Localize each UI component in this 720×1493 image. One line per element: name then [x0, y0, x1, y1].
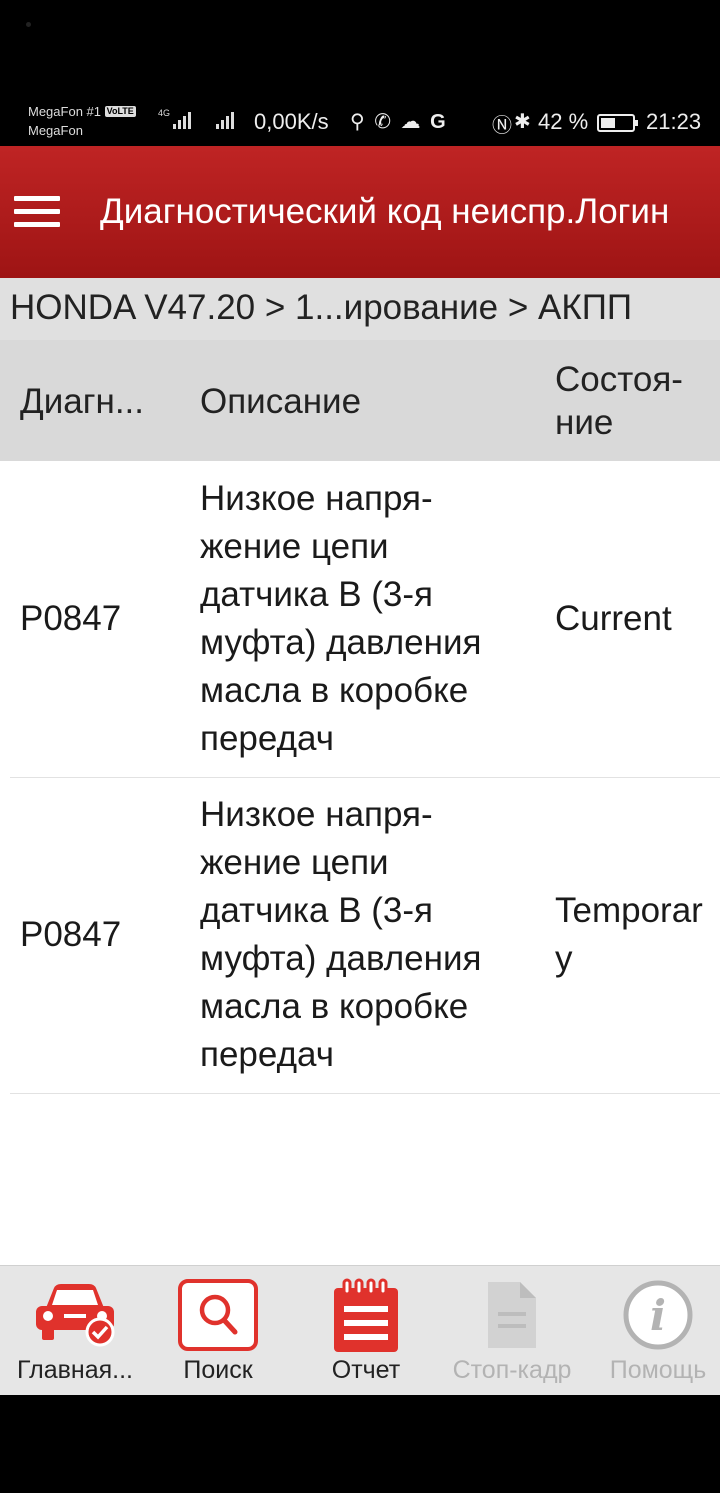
row-description: Низкое напря- жение цепи датчика B (3-я … [200, 479, 482, 758]
row-code: P0847 [20, 915, 122, 954]
nav-label: Стоп-кадр [452, 1356, 572, 1384]
battery-icon [597, 114, 638, 132]
breadcrumb: HONDA V47.20 > 1...ирование > АКПП [0, 278, 720, 341]
row-description: Низкое напря- жение цепи датчика B (3-я … [200, 795, 482, 1074]
row-status: Current [555, 599, 672, 638]
nav-label: Главная... [17, 1356, 133, 1384]
car-check-icon [36, 1284, 115, 1347]
bottom-nav: Главная... Поиск Отчет Стоп-кадр i Помощ… [0, 1265, 720, 1396]
signal-icon-2 [216, 112, 234, 129]
menu-icon[interactable] [14, 196, 60, 230]
network-speed: 0,00K/s [254, 109, 329, 134]
document-icon [488, 1282, 536, 1348]
nav-freeze-frame: Стоп-кадр [437, 1266, 587, 1396]
battery-percent: 42 % [538, 109, 589, 134]
dtc-table: Диагн... Описание Состоя- ние P0847 Низк… [0, 340, 720, 1265]
table-row[interactable]: P0847 Низкое напря- жение цепи датчика B… [10, 461, 720, 778]
nfc-icon: Ⓝ [492, 115, 512, 137]
search-icon [178, 1279, 258, 1351]
notification-icons: ⚲ ✆ ☁ G [350, 109, 448, 134]
row-status: Temporary [555, 891, 703, 978]
whatsapp-icon: ✆ [374, 111, 393, 133]
top-bezel [0, 0, 720, 100]
google-icon: G [430, 111, 448, 133]
app-screen: MegaFon #1 VoLTE MegaFon 4G 0,00K/s ⚲ ✆ … [0, 0, 720, 1493]
nav-report[interactable]: Отчет [295, 1266, 437, 1396]
report-icon [334, 1278, 398, 1352]
signal-icon [173, 112, 191, 129]
info-icon: i [623, 1280, 693, 1350]
volte-badge: VoLTE [104, 106, 136, 117]
clock: 21:23 [646, 109, 702, 134]
row-code: P0847 [20, 599, 122, 638]
nav-label: Поиск [183, 1356, 253, 1384]
app-bar: Диагностический код неиспр.Логин [0, 146, 720, 278]
header-description: Описание [200, 382, 362, 421]
bluetooth-icon: ✱ [514, 111, 531, 133]
header-status: Состоя- ние [555, 360, 683, 442]
nav-search[interactable]: Поиск [150, 1266, 286, 1396]
usb-icon: ⚲ [350, 111, 367, 133]
bottom-bezel [0, 1395, 720, 1493]
nav-help: i Помощь [596, 1266, 720, 1396]
table-header: Диагн... Описание Состоя- ние [0, 340, 720, 461]
camera-dot [26, 22, 31, 27]
carrier-info: MegaFon #1 VoLTE MegaFon [28, 102, 136, 140]
header-code: Диагн... [20, 382, 144, 421]
breadcrumb-text: HONDA V47.20 > 1...ирование > АКПП [10, 288, 633, 327]
nav-label: Помощь [609, 1356, 707, 1384]
page-title: Диагностический код неиспр.Логин [100, 192, 670, 231]
network-type: 4G [158, 108, 171, 118]
nav-home[interactable]: Главная... [0, 1266, 150, 1396]
carrier-secondary: MegaFon [28, 123, 83, 138]
cloud-icon: ☁ [400, 111, 423, 133]
svg-text:i: i [650, 1291, 666, 1340]
nav-label: Отчет [331, 1356, 401, 1384]
carrier-primary: MegaFon #1 [28, 104, 101, 119]
table-row[interactable]: P0847 Низкое напря- жение цепи датчика B… [10, 777, 720, 1094]
